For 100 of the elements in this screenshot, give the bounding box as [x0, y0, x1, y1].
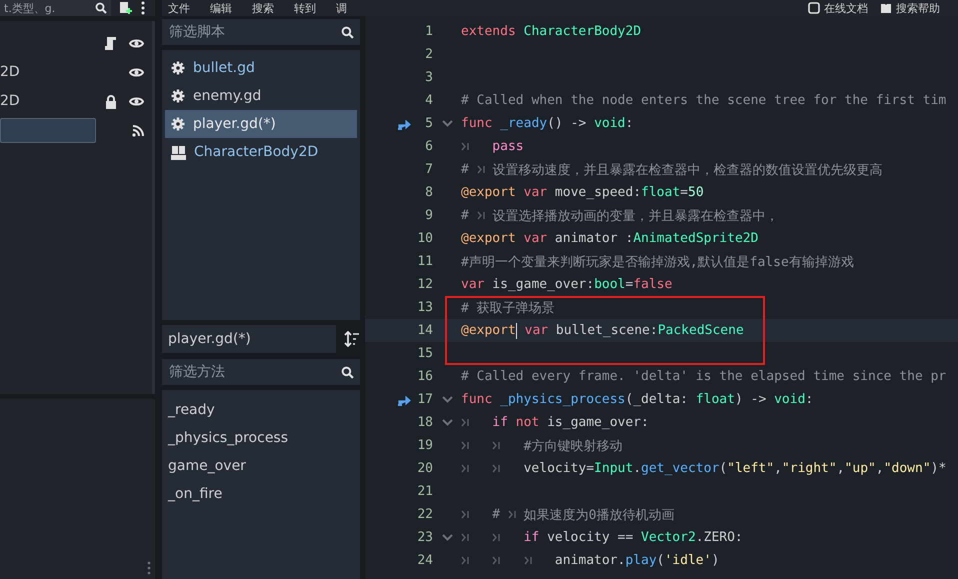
- search-field[interactable]: t.类型、g.: [0, 0, 111, 16]
- script-icon[interactable]: [104, 36, 117, 51]
- tab-marker-icon: [492, 464, 502, 473]
- tab-marker-icon: [461, 142, 470, 151]
- tab-marker-icon: [492, 441, 502, 450]
- current-script-name: player.gd(*): [162, 325, 336, 353]
- method-item[interactable]: _on_fire: [168, 480, 354, 508]
- menu-item[interactable]: 文件: [168, 0, 190, 16]
- fold-chevron-icon[interactable]: [442, 419, 452, 426]
- code-token: (: [656, 553, 664, 568]
- menu-item[interactable]: 调: [336, 0, 347, 16]
- line-number: 5: [424, 116, 433, 131]
- code-token: )*: [930, 461, 946, 476]
- menu-item[interactable]: 转到: [294, 0, 316, 16]
- line-number: 7: [424, 162, 433, 177]
- code-token: play: [625, 553, 657, 568]
- gear-icon: [171, 117, 185, 131]
- line-number: 23: [416, 530, 433, 545]
- code-token: =: [625, 277, 634, 292]
- method-item[interactable]: _ready: [168, 396, 354, 424]
- eye-icon[interactable]: [129, 96, 144, 107]
- code-token: "left": [727, 461, 774, 476]
- eye-icon[interactable]: [129, 67, 144, 78]
- text-cursor: [516, 322, 517, 338]
- code-token: "up": [844, 461, 876, 476]
- override-arrow-icon[interactable]: [397, 118, 411, 130]
- menu-item[interactable]: 搜索: [252, 0, 274, 16]
- line-number: 19: [416, 438, 433, 453]
- signal-icon[interactable]: [132, 124, 144, 136]
- line-number: 14: [416, 323, 433, 338]
- line-number: 4: [424, 93, 433, 108]
- scene-tree-item[interactable]: 2D: [0, 60, 96, 85]
- code-token: ,: [774, 461, 782, 476]
- script-list-item[interactable]: player.gd(*): [165, 110, 357, 138]
- code-token: bullet_scene:: [554, 323, 658, 338]
- code-comment: 如果速度为0播放待机动画: [524, 506, 674, 524]
- fold-chevron-icon[interactable]: [442, 534, 452, 541]
- code-token: extends: [461, 24, 516, 39]
- code-token: @export: [461, 185, 516, 200]
- book-icon: [880, 2, 892, 14]
- line-number: 18: [416, 415, 433, 430]
- menu-item[interactable]: 编辑: [210, 0, 232, 16]
- document-icon: [808, 2, 820, 14]
- code-token: is_game_over:: [491, 277, 594, 292]
- tab-marker-icon: [492, 556, 502, 565]
- override-arrow-icon[interactable]: [397, 394, 411, 406]
- script-list-item[interactable]: enemy.gd: [165, 82, 357, 110]
- code-token: Vector2: [641, 530, 696, 545]
- code-token: (: [719, 461, 728, 476]
- add-script-icon[interactable]: [119, 1, 133, 15]
- script-list-item[interactable]: bullet.gd: [165, 54, 357, 82]
- code-token: 50: [688, 185, 704, 200]
- filter-field[interactable]: 筛选方法: [162, 359, 360, 385]
- script-name: CharacterBody2D: [194, 144, 318, 160]
- tab-marker-icon: [461, 464, 470, 473]
- code-comment: #: [492, 507, 502, 522]
- tab-marker-icon: [508, 510, 517, 519]
- help-link[interactable]: 在线文档: [824, 0, 868, 16]
- code-token: var: [522, 185, 548, 200]
- line-number: 20: [416, 461, 433, 476]
- sort-icon[interactable]: [344, 331, 360, 347]
- line-number: 24: [416, 553, 433, 568]
- code-token: PackedScene: [658, 323, 744, 338]
- tab-marker-icon: [461, 418, 470, 427]
- line-number: 12: [416, 277, 433, 292]
- scene-tree-item[interactable]: 2D: [0, 89, 96, 114]
- filter-field[interactable]: 筛选脚本: [162, 19, 360, 45]
- eye-icon[interactable]: [129, 38, 144, 49]
- code-token: if: [492, 415, 508, 430]
- method-item[interactable]: _physics_process: [168, 424, 354, 452]
- drag-handle-icon[interactable]: [147, 561, 151, 575]
- code-token: move_speed:: [554, 185, 642, 200]
- help-link[interactable]: 搜索帮助: [896, 0, 940, 16]
- code-token: velocity=: [524, 461, 594, 476]
- code-token: animator :: [554, 231, 634, 246]
- fold-chevron-icon[interactable]: [442, 120, 452, 127]
- code-token: if: [524, 530, 540, 545]
- code-token: _physics_process: [499, 392, 626, 407]
- tab-marker-icon: [461, 556, 470, 565]
- code-token: @export: [461, 231, 516, 246]
- document-icon: [171, 144, 186, 160]
- search-icon: [95, 2, 107, 14]
- fold-chevron-icon[interactable]: [442, 396, 452, 403]
- tab-marker-icon: [492, 533, 502, 542]
- kebab-menu-icon[interactable]: [141, 1, 145, 15]
- code-token: () ->: [547, 116, 588, 131]
- script-list-item[interactable]: CharacterBody2D: [165, 138, 357, 166]
- tab-marker-icon: [461, 510, 470, 519]
- lock-icon[interactable]: [105, 94, 117, 108]
- script-name: bullet.gd: [193, 60, 255, 76]
- code-token: ,: [836, 461, 845, 476]
- code-token: ) ->: [734, 392, 768, 407]
- code-token: void: [594, 116, 626, 131]
- method-item[interactable]: game_over: [168, 452, 354, 480]
- line-number: 22: [416, 507, 433, 522]
- code-token: func: [461, 392, 492, 407]
- code-token: void: [774, 392, 806, 407]
- tab-marker-icon: [476, 165, 486, 174]
- gear-icon: [171, 61, 185, 75]
- code-token: 'idle': [664, 553, 712, 568]
